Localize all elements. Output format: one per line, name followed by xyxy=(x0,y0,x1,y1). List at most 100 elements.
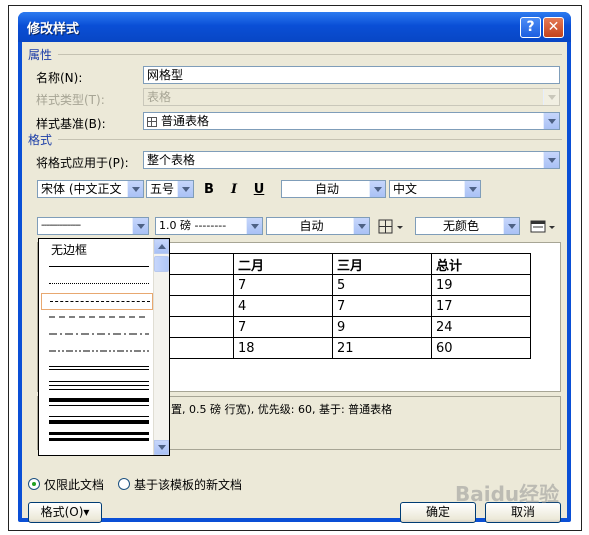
chevron-down-icon xyxy=(468,186,477,192)
font-name-dropdown-arrow[interactable] xyxy=(127,181,143,197)
underline-button[interactable]: U xyxy=(248,180,270,200)
script-dropdown-arrow[interactable] xyxy=(464,181,480,197)
based-on-label: 样式基准(B): xyxy=(36,117,106,131)
style-type-select: 表格 xyxy=(143,88,560,106)
border-list-scrollbar[interactable] xyxy=(153,239,169,455)
table-cell: 60 xyxy=(431,337,531,359)
shading-select[interactable]: 无颜色 xyxy=(415,217,520,235)
border-option-fine-dash[interactable] xyxy=(41,293,153,310)
chevron-down-icon xyxy=(547,118,556,124)
borders-button[interactable] xyxy=(377,218,407,236)
border-option-dash[interactable] xyxy=(41,310,153,327)
apply-to-label: 将格式应用于(P): xyxy=(36,156,129,170)
format-divider xyxy=(58,139,562,140)
italic-button[interactable]: I xyxy=(223,180,245,200)
table-row: 7 9 24 xyxy=(153,316,531,338)
border-option-double[interactable] xyxy=(41,361,153,378)
scroll-down-button[interactable] xyxy=(154,440,169,455)
chevron-down-icon xyxy=(373,186,382,192)
table-cell: 5 xyxy=(332,274,432,296)
description-text: 置, 0.5 磅 行宽), 优先级: 60, 基于: 普通表格 xyxy=(171,403,393,416)
watermark: Baidu经验 xyxy=(455,482,560,506)
shading-value: 无颜色 xyxy=(442,219,479,233)
font-name-select[interactable]: 宋体 (中文正文 xyxy=(37,180,144,198)
apply-to-select[interactable]: 整个表格 xyxy=(143,151,560,169)
chevron-down-icon xyxy=(357,223,366,229)
chevron-down-icon xyxy=(547,94,556,100)
border-width-value: 1.0 磅 -------- xyxy=(159,219,227,232)
based-on-dropdown-arrow[interactable] xyxy=(543,113,559,129)
border-option-thick[interactable] xyxy=(41,429,153,446)
font-size-dropdown-arrow[interactable] xyxy=(177,181,193,197)
name-label: 名称(N): xyxy=(36,71,83,85)
table-cell: 二月 xyxy=(233,253,333,275)
format-section-label: 格式 xyxy=(28,133,53,147)
based-on-value: 普通表格 xyxy=(161,114,210,128)
border-option-dash-dot-dot[interactable] xyxy=(41,344,153,361)
border-style-dropdown-arrow[interactable] xyxy=(132,218,148,234)
borders-grid-icon xyxy=(378,219,403,234)
no-border-option[interactable]: 无边框 xyxy=(51,241,87,258)
new-documents-template-label: 基于该模板的新文档 xyxy=(134,478,243,492)
shading-dropdown-arrow[interactable] xyxy=(503,218,519,234)
table-cell: 7 xyxy=(233,316,333,338)
font-color-value: 自动 xyxy=(314,182,339,196)
border-option-thick-thin[interactable] xyxy=(41,395,153,412)
border-width-select[interactable]: 1.0 磅 -------- xyxy=(155,217,263,235)
border-style-list[interactable]: 无边框 xyxy=(38,238,170,456)
font-color-dropdown-arrow[interactable] xyxy=(369,181,385,197)
preview-table: 月 二月 三月 总计 7 5 19 4 7 17 xyxy=(153,253,531,359)
table-cell: 24 xyxy=(431,316,531,338)
bold-button[interactable]: B xyxy=(198,180,220,200)
border-color-dropdown-arrow[interactable] xyxy=(353,218,369,234)
new-documents-template-radio[interactable] xyxy=(118,478,130,490)
table-properties-icon xyxy=(530,220,555,233)
format-menu-button[interactable]: 格式(O)▾ xyxy=(28,502,102,523)
table-cell: 17 xyxy=(431,295,531,317)
scroll-thumb[interactable] xyxy=(154,256,169,272)
help-button[interactable]: ? xyxy=(520,17,541,38)
chevron-down-icon xyxy=(181,186,190,192)
font-size-select[interactable]: 五号 xyxy=(146,180,194,198)
chevron-down-icon xyxy=(547,157,556,163)
table-properties-button[interactable] xyxy=(529,218,559,236)
style-type-dropdown-arrow xyxy=(543,89,559,105)
close-button[interactable]: ✕ xyxy=(543,17,564,38)
style-type-value: 表格 xyxy=(147,90,172,104)
border-option-dotted[interactable] xyxy=(41,276,153,293)
font-color-select[interactable]: 自动 xyxy=(281,180,386,198)
chevron-up-icon xyxy=(157,244,166,249)
table-row: 18 21 60 xyxy=(153,337,531,359)
table-icon xyxy=(147,116,157,127)
table-row: 7 5 19 xyxy=(153,274,531,296)
border-style-select[interactable]: --------------- xyxy=(37,217,149,235)
border-option-dash-dot[interactable] xyxy=(41,327,153,344)
table-row: 4 7 17 xyxy=(153,295,531,317)
chevron-down-icon xyxy=(250,223,259,229)
apply-to-dropdown-arrow[interactable] xyxy=(543,152,559,168)
script-select[interactable]: 中文 xyxy=(389,180,481,198)
border-width-dropdown-arrow[interactable] xyxy=(246,218,262,234)
border-color-value: 自动 xyxy=(299,219,324,233)
table-cell: 4 xyxy=(233,295,333,317)
properties-divider xyxy=(58,54,562,55)
only-this-document-radio[interactable] xyxy=(28,478,40,490)
border-option-solid[interactable] xyxy=(41,259,153,276)
style-type-label: 样式类型(T): xyxy=(36,93,105,107)
border-option-thin-thick[interactable] xyxy=(41,412,153,429)
chevron-down-icon xyxy=(507,223,516,229)
based-on-select[interactable]: 普通表格 xyxy=(143,112,560,130)
border-option-triple[interactable] xyxy=(41,378,153,395)
apply-to-value: 整个表格 xyxy=(147,153,196,167)
scroll-up-button[interactable] xyxy=(154,239,169,254)
table-cell: 9 xyxy=(332,316,432,338)
name-input[interactable]: 网格型 xyxy=(143,66,560,84)
title-bar: 修改样式 ? ✕ xyxy=(18,12,571,42)
chevron-down-icon xyxy=(136,223,145,229)
only-this-document-label: 仅限此文档 xyxy=(44,478,105,492)
table-cell: 7 xyxy=(233,274,333,296)
border-color-select[interactable]: 自动 xyxy=(266,217,370,235)
table-cell: 三月 xyxy=(332,253,432,275)
properties-section-label: 属性 xyxy=(28,48,53,62)
table-cell: 18 xyxy=(233,337,333,359)
